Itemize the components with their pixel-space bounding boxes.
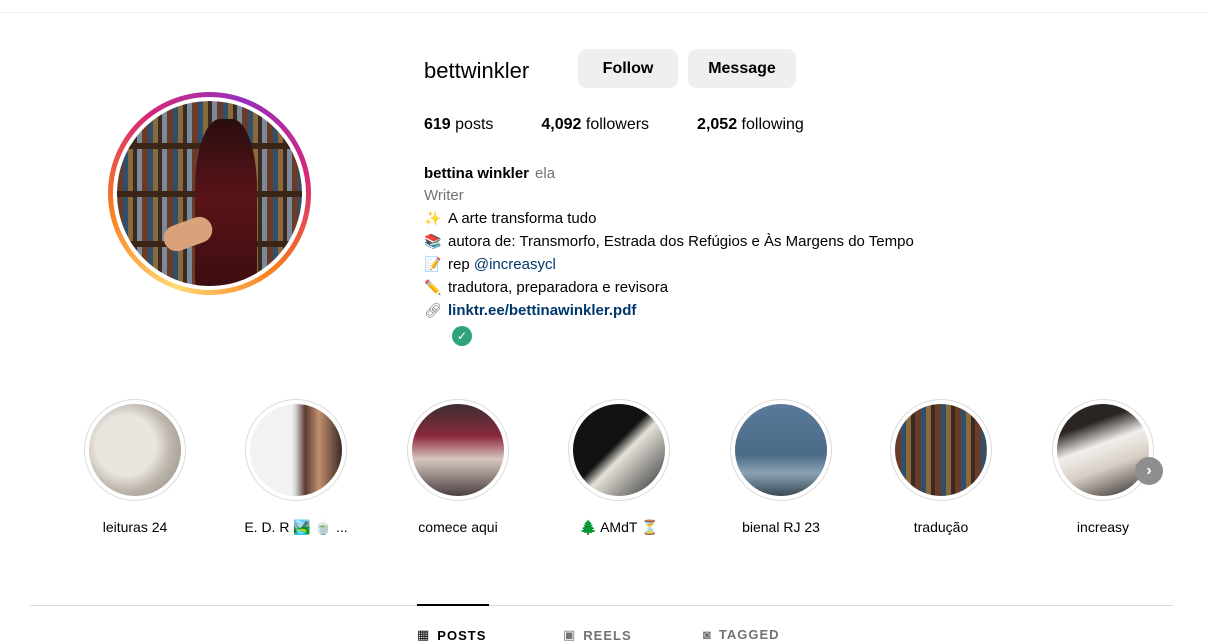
followers-label: followers <box>585 116 650 133</box>
bio-line-text: autora de: Transmorfo, Estrada dos Refúg… <box>448 233 914 250</box>
external-link[interactable]: linktr.ee/bettinawinkler.pdf <box>448 302 636 319</box>
bio-name-row: bettina winkler ela <box>424 163 914 185</box>
followers-count: 4,092 <box>541 116 582 133</box>
pencil-icon: ✏️ <box>424 279 442 295</box>
bio-line-text: rep <box>448 256 474 273</box>
highlight-ring <box>1052 399 1154 501</box>
message-button[interactable]: Message <box>688 49 796 88</box>
highlight-item[interactable]: 🌲 AMdT ⏳ <box>566 399 672 536</box>
profile-stats: 619 posts 4,092 followers 2,052 followin… <box>424 116 852 134</box>
highlight-label: bienal RJ 23 <box>742 519 820 535</box>
full-name: bettina winkler <box>424 165 530 182</box>
profile-username: bettwinkler <box>424 58 530 83</box>
following-stat[interactable]: 2,052 following <box>697 116 804 134</box>
tab-label: TAGGED <box>718 627 780 642</box>
highlight-cover <box>573 404 665 496</box>
person-figure <box>195 119 257 286</box>
highlight-label: increasy <box>1076 519 1130 535</box>
reels-icon: ▣ <box>563 627 577 642</box>
followers-stat[interactable]: 4,092 followers <box>541 116 649 134</box>
highlight-ring <box>730 399 832 501</box>
category-label: Writer <box>424 187 464 204</box>
highlight-item[interactable]: leituras 24 <box>82 399 188 535</box>
tab-label: POSTS <box>437 627 487 643</box>
bio-line-text: tradutora, preparadora e revisora <box>448 279 669 296</box>
tab-posts[interactable]: ▦ POSTS <box>417 627 486 643</box>
highlight-item[interactable]: tradução <box>888 399 994 535</box>
tab-reels[interactable]: ▣ REELS <box>563 627 632 643</box>
highlight-label: E. D. R 🏞️ 🍵 ... <box>244 519 348 535</box>
bio-line: ✏️ tradutora, preparadora e revisora <box>424 276 914 299</box>
highlight-ring <box>890 399 992 501</box>
highlight-label: 🌲 AMdT ⏳ <box>579 519 659 535</box>
bio-line: 📝 rep @increasycl <box>424 253 914 276</box>
memo-icon: 📝 <box>424 256 442 272</box>
pronouns: ela <box>535 165 556 182</box>
following-label: following <box>741 116 804 133</box>
bio-line: ✨ A arte transforma tudo <box>424 207 914 230</box>
bio-line: 📚 autora de: Transmorfo, Estrada dos Refú… <box>424 230 914 253</box>
avatar-border <box>113 97 306 290</box>
highlight-item[interactable]: comece aqui <box>405 399 511 535</box>
tab-label: REELS <box>583 627 632 643</box>
tabs-divider <box>30 605 1173 606</box>
bio-line-text: A arte transforma tudo <box>448 210 597 227</box>
posts-stat: 619 posts <box>424 116 493 134</box>
highlight-cover <box>89 404 181 496</box>
chevron-right-icon[interactable]: › <box>1135 457 1163 485</box>
verified-row: ✓ <box>424 322 914 347</box>
highlight-label: comece aqui <box>418 519 498 535</box>
profile-bio: bettina winkler ela Writer ✨ A arte transf… <box>424 163 914 347</box>
top-divider <box>0 12 1208 13</box>
highlight-cover <box>1057 404 1149 496</box>
verified-check-icon: ✓ <box>452 326 472 346</box>
highlight-cover <box>895 404 987 496</box>
posts-count: 619 <box>424 116 451 133</box>
bio-link-row: 🔗︎ linktr.ee/bettinawinkler.pdf <box>424 299 914 322</box>
tab-tagged[interactable]: ◙ TAGGED <box>703 627 780 642</box>
highlight-cover <box>250 404 342 496</box>
posts-label: posts <box>455 116 494 133</box>
highlight-cover <box>412 404 504 496</box>
mention-link[interactable]: @increasycl <box>474 256 556 273</box>
grid-icon: ▦ <box>417 627 431 642</box>
tagged-icon: ◙ <box>703 627 712 642</box>
avatar-photo <box>117 101 302 286</box>
link-icon: 🔗︎ <box>424 302 442 318</box>
highlight-ring <box>568 399 670 501</box>
highlight-label: leituras 24 <box>102 519 168 535</box>
highlight-item[interactable]: E. D. R 🏞️ 🍵 ... <box>243 399 349 536</box>
profile-avatar[interactable] <box>108 92 311 295</box>
highlight-ring <box>84 399 186 501</box>
highlight-cover <box>735 404 827 496</box>
following-count: 2,052 <box>697 116 738 133</box>
follow-button[interactable]: Follow <box>578 49 678 88</box>
highlight-item[interactable]: bienal RJ 23 <box>728 399 834 535</box>
highlight-ring <box>245 399 347 501</box>
books-icon: 📚 <box>424 233 442 249</box>
sparkles-icon: ✨ <box>424 210 442 226</box>
active-tab-indicator <box>417 604 489 606</box>
highlight-label: tradução <box>913 519 969 535</box>
highlight-ring <box>407 399 509 501</box>
